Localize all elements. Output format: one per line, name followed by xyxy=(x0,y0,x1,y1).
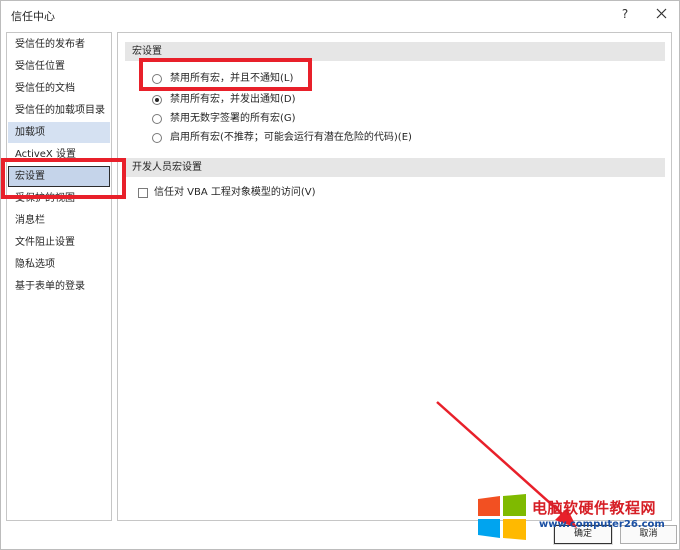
radio-label: 禁用所有宏，并且不通知(L) xyxy=(170,73,294,84)
watermark-url: www.computer26.com xyxy=(539,519,665,530)
sidebar-item-trusted-addin-catalogs[interactable]: 受信任的加载项目录 xyxy=(8,100,110,121)
radio-label: 禁用所有宏，并发出通知(D) xyxy=(170,94,296,105)
sidebar-item-trusted-locations[interactable]: 受信任位置 xyxy=(8,56,110,77)
radio-label: 启用所有宏(不推荐；可能会运行有潜在危险的代码)(E) xyxy=(170,132,412,143)
close-icon xyxy=(656,8,666,19)
trust-center-dialog: 信任中心 ? 受信任的发布者 受信任位置 受信任的文档 受信任的加载项目录 加载… xyxy=(0,0,680,550)
radio-button[interactable] xyxy=(152,74,162,84)
dialog-title: 信任中心 xyxy=(11,10,55,23)
radio-button[interactable] xyxy=(152,114,162,124)
help-button[interactable]: ? xyxy=(615,5,635,23)
sidebar-item-trusted-documents[interactable]: 受信任的文档 xyxy=(8,78,110,99)
sidebar-item-addins[interactable]: 加载项 xyxy=(8,122,110,143)
title-bar: 信任中心 ? xyxy=(1,1,679,29)
sidebar-item-message-bar[interactable]: 消息栏 xyxy=(8,210,110,231)
radio-label: 禁用无数字签署的所有宏(G) xyxy=(170,113,296,124)
sidebar-item-macro-settings[interactable]: 宏设置 xyxy=(8,166,110,187)
sidebar-item-form-based-signin[interactable]: 基于表单的登录 xyxy=(8,276,110,297)
watermark-title: 电脑软硬件教程网 xyxy=(532,499,657,517)
checkbox[interactable] xyxy=(138,188,148,198)
radio-button-selected[interactable] xyxy=(152,95,162,105)
sidebar-item-file-block-settings[interactable]: 文件阻止设置 xyxy=(8,232,110,253)
watermark: 电脑软硬件教程网 www.computer26.com xyxy=(476,493,676,543)
sidebar-item-protected-view[interactable]: 受保护的视图 xyxy=(8,188,110,209)
sidebar-item-trusted-publishers[interactable]: 受信任的发布者 xyxy=(8,34,110,55)
close-button[interactable] xyxy=(651,5,671,23)
sidebar-item-activex-settings[interactable]: ActiveX 设置 xyxy=(8,144,110,165)
macro-settings-header: 宏设置 xyxy=(125,42,665,61)
developer-settings-header: 开发人员宏设置 xyxy=(125,158,665,177)
windows-logo-icon xyxy=(478,494,526,540)
sidebar-item-privacy-options[interactable]: 隐私选项 xyxy=(8,254,110,275)
sidebar-nav: 受信任的发布者 受信任位置 受信任的文档 受信任的加载项目录 加载项 Activ… xyxy=(6,32,112,521)
radio-button[interactable] xyxy=(152,133,162,143)
checkbox-label: 信任对 VBA 工程对象模型的访问(V) xyxy=(154,187,316,198)
